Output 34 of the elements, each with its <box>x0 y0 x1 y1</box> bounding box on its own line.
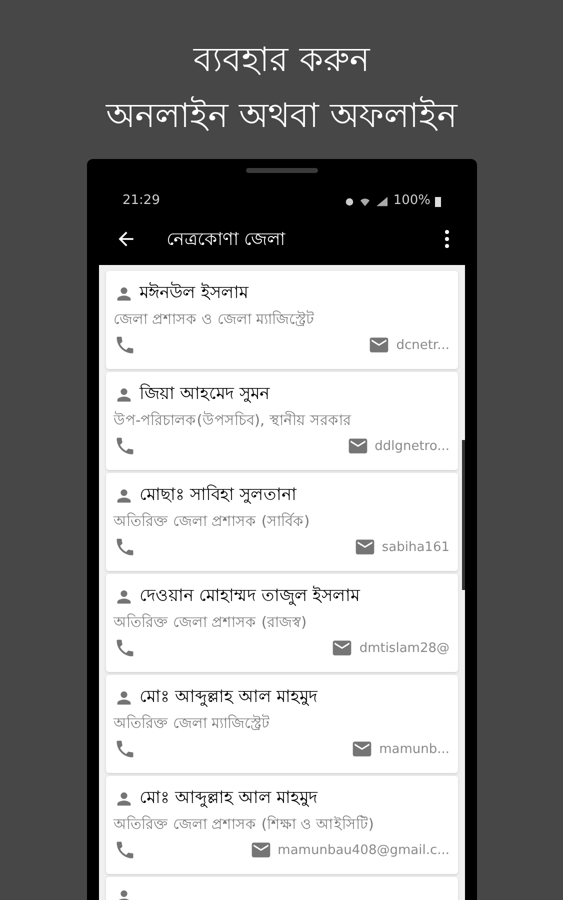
contact-email: sabiha161 <box>382 538 450 556</box>
contact-designation: অতিরিক্ত জেলা প্রশাসক (শিক্ষা ও আইসিটি) <box>114 814 375 834</box>
app-bar-title: নেত্রকোণা জেলা <box>166 228 286 252</box>
contact-designation: অতিরিক্ত জেলা প্রশাসক (রাজস্ব) <box>114 612 308 632</box>
contact-email: dcnetr... <box>396 336 450 354</box>
headline-text: অনলাইন অথবা অফলাইন <box>106 95 457 138</box>
contact-name: দেওয়ান মোহাম্মদ তাজুল ইসলাম <box>140 584 360 608</box>
contact-card[interactable]: জিয়া আহমেদ সুমন উপ-পরিচালক(উপসচিব), স্থানীয় সরকার ddlgnetro... <box>106 372 458 470</box>
contact-email: mamunb... <box>379 740 450 758</box>
contact-card[interactable]: মোঃ আব্দুল্লাহ আল মাহমুদ অতিরিক্ত জেলা ম্যাজিস্ট্রেট mamunb... <box>106 675 458 773</box>
contact-name: মোঃ আব্দুল্লাহ আল মাহমুদ <box>140 686 318 709</box>
contact-email: ddlgnetro... <box>374 438 450 456</box>
contact-card[interactable]: মঈনউল ইসলাম জেলা প্রশাসক ও জেলা ম্যাজিস্ট্রেট dcnetr... <box>106 271 458 369</box>
contact-name: মোঃ আব্দুল্লাহ আল মাহমুদ <box>140 787 318 810</box>
battery-icon <box>434 196 440 206</box>
contact-designation: অতিরিক্ত জেলা ম্যাজিস্ট্রেট <box>114 714 271 734</box>
contact-designation: উপ-পরিচালক(উপসচিব), স্থানীয় সরকার <box>114 410 352 430</box>
status-time: 21:29 <box>122 192 160 210</box>
contact-name: জিয়া আহমেদ সুমন <box>140 382 270 406</box>
signal-icon <box>375 196 390 206</box>
contact-card[interactable]: মোঃ আব্দুল্লাহ আল মাহমুদ অতিরিক্ত জেলা প্রশাসক (শিক্ষা ও আইসিটি) mamunbau408@gmail.c... <box>106 776 458 874</box>
contact-name: মোছাঃ সাবিহা সুলতানা <box>140 484 296 507</box>
battery-percent: 100% <box>393 192 430 210</box>
contact-designation: জেলা প্রশাসক ও জেলা ম্যাজিস্ট্রেট <box>114 310 316 330</box>
wifi-icon <box>359 196 372 206</box>
contact-email: mamunbau408@gmail.c... <box>278 842 450 860</box>
headline-text: ব্যবহার করুন <box>194 39 370 82</box>
contact-name: মঈনউল ইসলাম <box>140 281 248 305</box>
contact-card[interactable]: মোছাঃ সাবিহা সুলতানা অতিরিক্ত জেলা প্রশাসক (সার্বিক) sabiha161 <box>106 473 458 571</box>
more-menu-icon[interactable] <box>444 230 448 248</box>
contact-card[interactable]: দেওয়ান মোহাম্মদ তাজুল ইসলাম অতিরিক্ত জেলা প্রশাসক (রাজস্ব) dmtislam28@ <box>106 574 458 672</box>
contact-designation: অতিরিক্ত জেলা প্রশাসক (সার্বিক) <box>114 512 311 532</box>
contact-email: dmtislam28@ <box>359 640 450 658</box>
speaker-slot <box>246 168 318 173</box>
